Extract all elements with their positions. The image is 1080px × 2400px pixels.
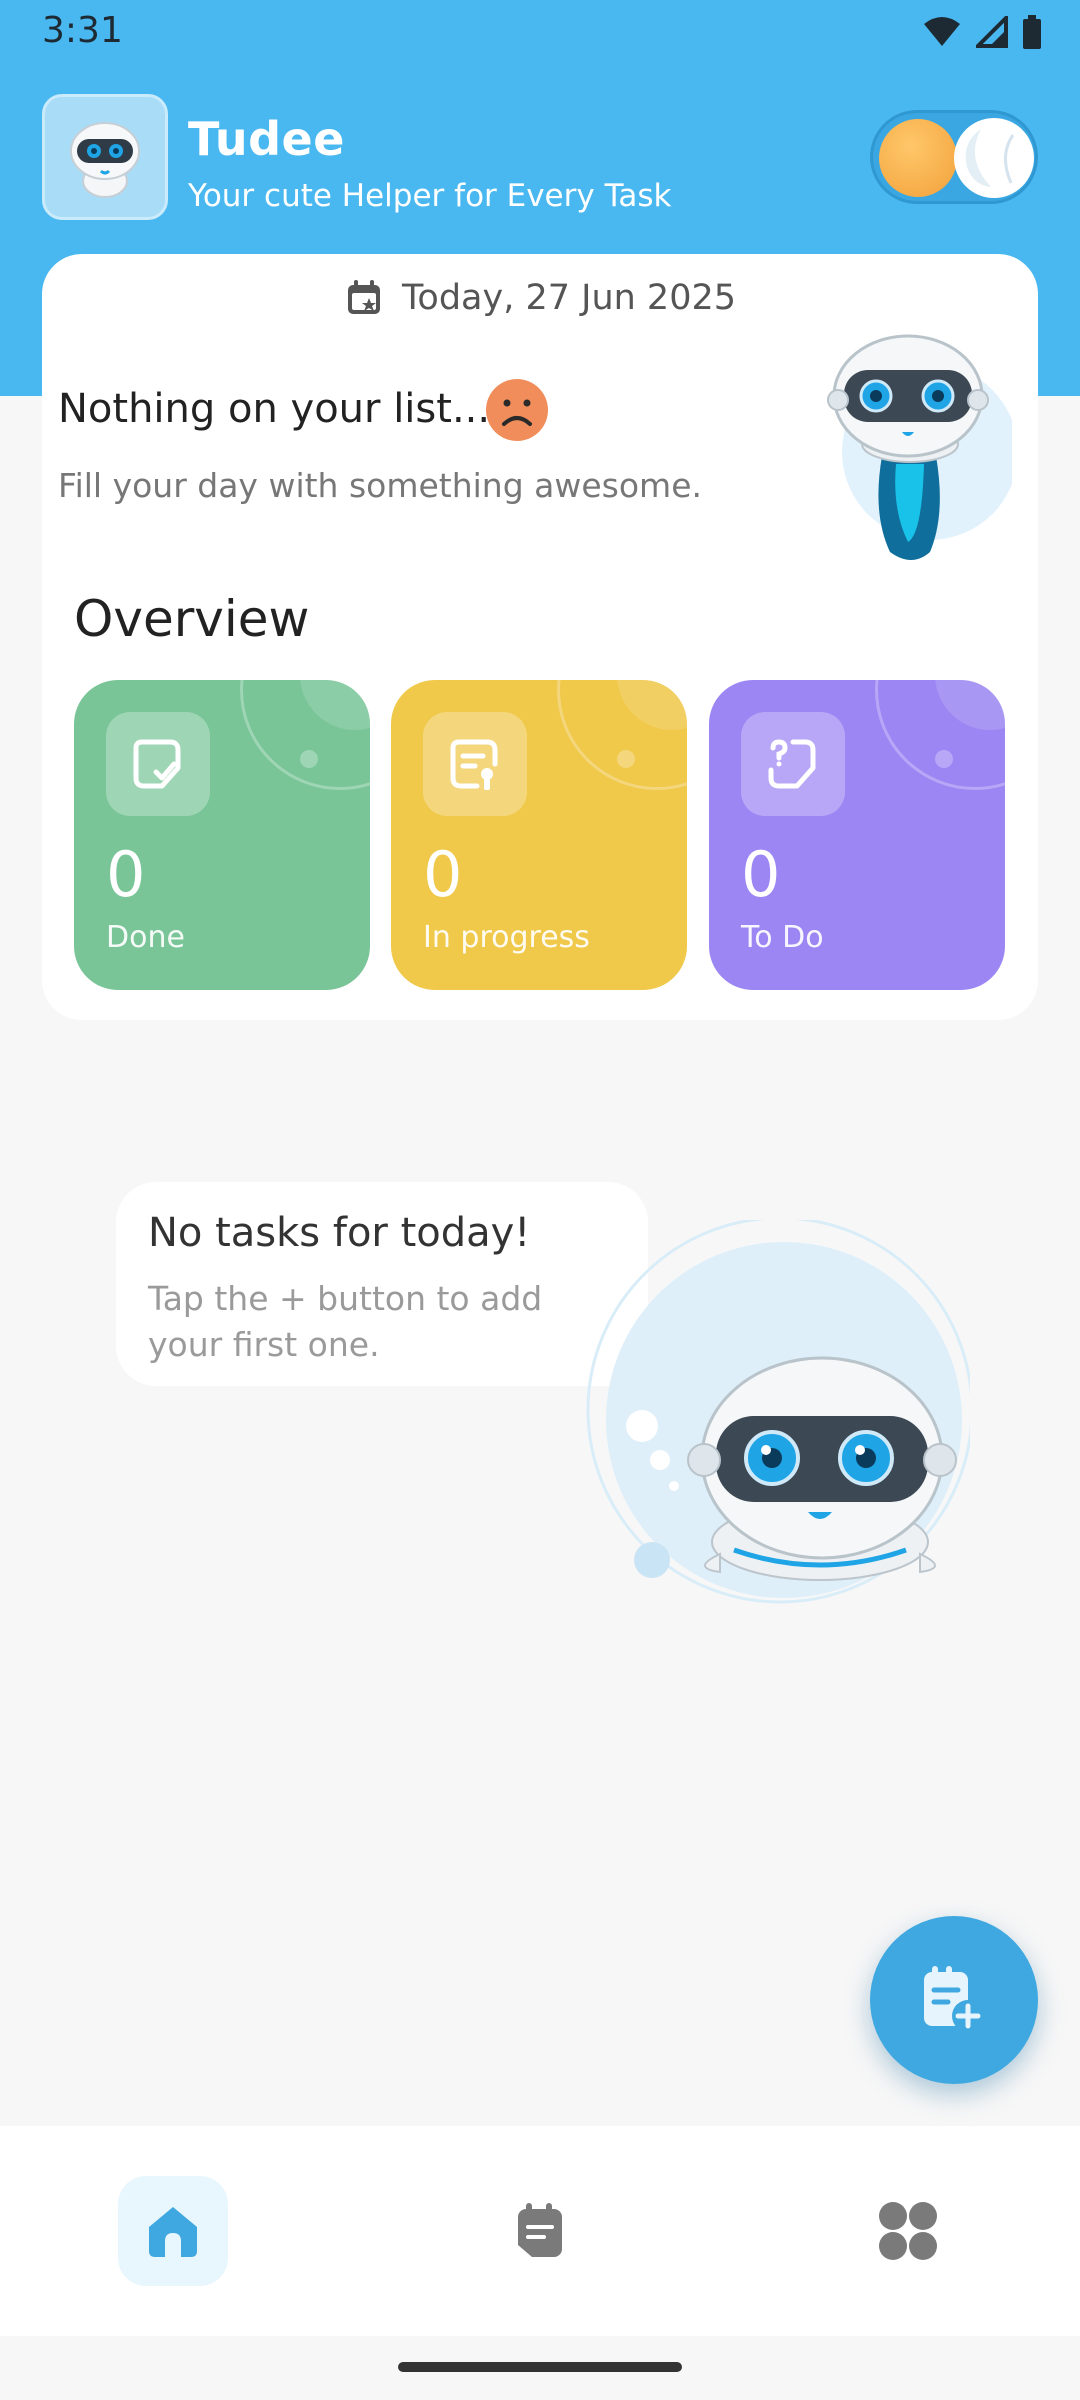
done-count: 0: [106, 838, 146, 911]
status-bar: 3:31: [0, 0, 1080, 64]
moon-icon: [954, 118, 1034, 198]
date-row[interactable]: Today, 27 Jun 2025: [42, 278, 1038, 318]
date-label: Today, 27 Jun 2025: [401, 278, 737, 318]
empty-state-title: No tasks for today!: [148, 1210, 531, 1256]
add-task-icon: [924, 1966, 984, 2032]
status-time: 3:31: [42, 10, 123, 51]
card-decoration: [617, 750, 635, 768]
empty-state-robot-illustration: [586, 1220, 970, 1604]
overview-title: Overview: [74, 590, 310, 648]
bottom-navigation: [0, 2126, 1080, 2336]
status-icons: [922, 14, 1042, 50]
done-icon-box: [106, 712, 210, 816]
in-progress-count: 0: [423, 838, 463, 911]
sun-icon: [879, 119, 957, 197]
calendar-icon: [347, 280, 380, 314]
battery-icon: [1023, 15, 1041, 49]
theme-toggle[interactable]: [870, 110, 1038, 204]
robot-logo-icon: [70, 122, 140, 198]
add-task-button[interactable]: [870, 1916, 1038, 2084]
in-progress-note-icon: [450, 739, 498, 790]
app-logo: [42, 94, 168, 220]
summary-card: Today, 27 Jun 2025 Nothing on your list.…: [42, 254, 1038, 1020]
gesture-home-bar[interactable]: [398, 2362, 682, 2372]
categories-icon: [879, 2202, 937, 2260]
done-note-icon: [133, 739, 181, 789]
nav-tasks[interactable]: [485, 2176, 595, 2286]
wifi-icon: [924, 17, 960, 46]
home-icon: [149, 2207, 197, 2257]
empty-list-subtitle: Fill your day with something awesome.: [58, 466, 702, 505]
card-decoration: [300, 750, 318, 768]
done-label: Done: [106, 920, 185, 955]
empty-state-bubble: No tasks for today! Tap the + button to …: [116, 1182, 648, 1386]
cell-signal-icon: [976, 16, 1008, 48]
app-subtitle: Your cute Helper for Every Task: [188, 178, 672, 214]
in-progress-icon-box: [423, 712, 527, 816]
todo-icon-box: [741, 712, 845, 816]
stat-card-in-progress[interactable]: 0 In progress: [391, 680, 687, 990]
empty-list-title: Nothing on your list...: [58, 386, 491, 432]
todo-note-icon: [768, 739, 816, 789]
stat-card-todo[interactable]: 0 To Do: [709, 680, 1005, 990]
todo-count: 0: [741, 838, 781, 911]
stat-card-done[interactable]: 0 Done: [74, 680, 370, 990]
tasks-icon: [518, 2203, 562, 2257]
todo-label: To Do: [741, 920, 824, 955]
empty-state-subtitle: Tap the + button to add your first one.: [148, 1279, 543, 1364]
robot-illustration: [827, 334, 1012, 560]
card-decoration: [935, 750, 953, 768]
nav-categories[interactable]: [853, 2176, 963, 2286]
app-title: Tudee: [188, 112, 345, 166]
in-progress-label: In progress: [423, 920, 590, 955]
nav-home[interactable]: [118, 2176, 228, 2286]
sad-face-icon: [486, 379, 548, 441]
